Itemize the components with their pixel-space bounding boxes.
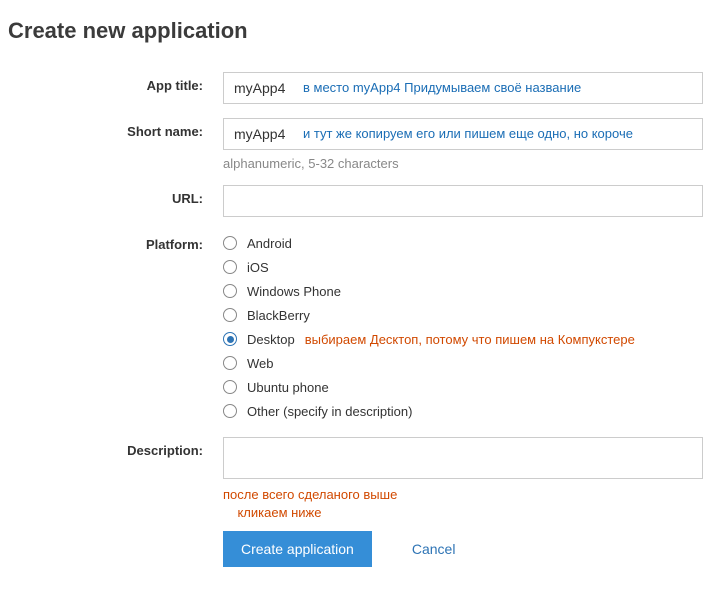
label-url: URL: bbox=[8, 185, 223, 206]
platform-label: Ubuntu phone bbox=[247, 380, 329, 395]
platform-label: Windows Phone bbox=[247, 284, 341, 299]
platform-option-blackberry[interactable]: BlackBerry bbox=[223, 303, 711, 327]
platform-radio-group: Android iOS Windows Phone BlackBerry Desktop… bbox=[223, 231, 711, 423]
short-name-hint: alphanumeric, 5-32 characters bbox=[223, 156, 711, 171]
app-title-input[interactable] bbox=[223, 72, 703, 104]
radio-icon[interactable] bbox=[223, 260, 237, 274]
short-name-input[interactable] bbox=[223, 118, 703, 150]
label-app-title: App title: bbox=[8, 72, 223, 93]
platform-label: Android bbox=[247, 236, 292, 251]
label-description: Description: bbox=[8, 437, 223, 458]
platform-option-android[interactable]: Android bbox=[223, 231, 711, 255]
radio-icon[interactable] bbox=[223, 332, 237, 346]
platform-option-desktop[interactable]: Desktop выбираем Десктоп, потому что пише… bbox=[223, 327, 711, 351]
create-application-button[interactable]: Create application bbox=[223, 531, 372, 567]
annotation-pre-button: после всего сделаного выше кликаем ниже bbox=[223, 486, 711, 521]
platform-option-winphone[interactable]: Windows Phone bbox=[223, 279, 711, 303]
button-row: Create application Cancel bbox=[223, 531, 711, 567]
label-short-name: Short name: bbox=[8, 118, 223, 139]
radio-icon[interactable] bbox=[223, 356, 237, 370]
platform-label: BlackBerry bbox=[247, 308, 310, 323]
page-title: Create new application bbox=[8, 18, 711, 44]
url-input[interactable] bbox=[223, 185, 703, 217]
platform-option-ios[interactable]: iOS bbox=[223, 255, 711, 279]
platform-label: iOS bbox=[247, 260, 269, 275]
annotation-platform-desktop: выбираем Десктоп, потому что пишем на Ко… bbox=[305, 332, 635, 347]
label-platform: Platform: bbox=[8, 231, 223, 252]
radio-icon[interactable] bbox=[223, 284, 237, 298]
radio-icon[interactable] bbox=[223, 308, 237, 322]
platform-label: Desktop bbox=[247, 332, 295, 347]
description-textarea[interactable] bbox=[223, 437, 703, 479]
platform-label: Web bbox=[247, 356, 274, 371]
radio-icon[interactable] bbox=[223, 380, 237, 394]
platform-option-web[interactable]: Web bbox=[223, 351, 711, 375]
cancel-button[interactable]: Cancel bbox=[412, 541, 456, 557]
radio-icon[interactable] bbox=[223, 404, 237, 418]
platform-label: Other (specify in description) bbox=[247, 404, 412, 419]
platform-option-other[interactable]: Other (specify in description) bbox=[223, 399, 711, 423]
platform-option-ubuntu[interactable]: Ubuntu phone bbox=[223, 375, 711, 399]
radio-icon[interactable] bbox=[223, 236, 237, 250]
